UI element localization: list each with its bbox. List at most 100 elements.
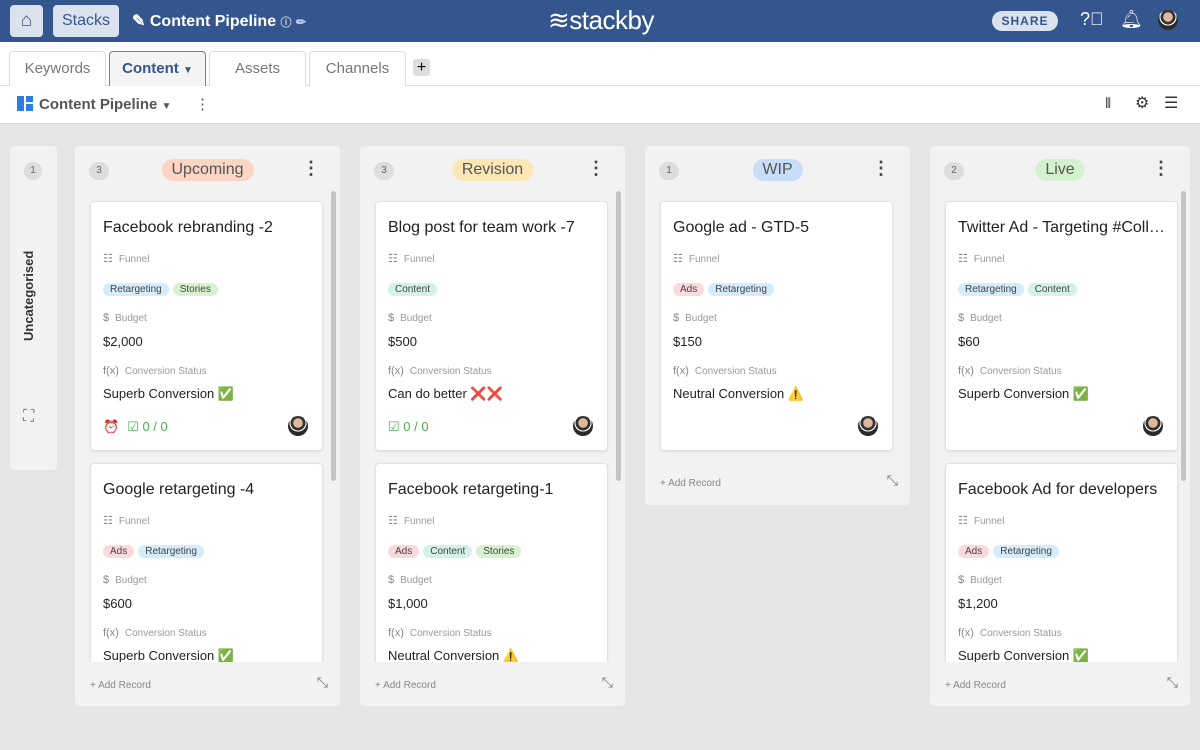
assignee-avatar[interactable] xyxy=(573,416,593,436)
field-label-text: Funnel xyxy=(974,516,1005,527)
field-label: ☷Funnel xyxy=(103,514,149,527)
field-label-text: Conversion Status xyxy=(695,366,777,377)
field-label: f(x)Conversion Status xyxy=(388,627,492,639)
column-upcoming: 3Upcoming⋮Facebook rebranding -2☷FunnelR… xyxy=(75,146,340,706)
card-list: Twitter Ad - Targeting #Collaboration☷Fu… xyxy=(930,146,1190,662)
top-header: ⌂ Stacks ✎ Content Pipeline ⓘ ✏ ≋stackby… xyxy=(0,0,1200,42)
record-card[interactable]: Facebook rebranding -2 ☷Funnel Retargeting… xyxy=(90,201,323,451)
field-label: $Budget xyxy=(103,574,147,586)
expand-icon[interactable]: ⛶ xyxy=(23,408,34,426)
field-label-text: Funnel xyxy=(404,254,435,265)
field-label: $Budget xyxy=(958,574,1002,586)
tab-assets[interactable]: Assets xyxy=(209,51,306,86)
stacks-button[interactable]: Stacks xyxy=(53,5,119,37)
assignee-avatar[interactable] xyxy=(288,416,308,436)
tag: Retargeting xyxy=(138,545,204,558)
assignee-avatar[interactable] xyxy=(1143,416,1163,436)
card-list: Google ad - GTD-5☷FunnelAdsRetargeting$B… xyxy=(645,146,910,456)
card-title: Facebook rebranding -2 xyxy=(103,219,315,237)
help-icon[interactable]: ?⃝ xyxy=(1080,9,1104,30)
budget-value: $150 xyxy=(673,334,702,349)
tab-keywords[interactable]: Keywords xyxy=(9,51,106,86)
logo-mark-icon: ≋ xyxy=(548,5,569,35)
user-avatar[interactable] xyxy=(1158,10,1178,35)
field-label: ☷Funnel xyxy=(103,252,149,265)
dollar-icon: $ xyxy=(958,312,964,324)
stackby-logo[interactable]: ≋stackby xyxy=(548,5,654,36)
field-label: $ Budget xyxy=(958,312,1002,324)
field-label-text: Budget xyxy=(970,313,1002,324)
tab-content-label: Content xyxy=(122,60,179,77)
formula-icon: f(x) xyxy=(388,627,404,639)
tag: Content xyxy=(388,283,437,296)
tag: Ads xyxy=(673,283,704,296)
record-card[interactable]: Blog post for team work -7☷FunnelContent… xyxy=(375,201,608,451)
tag: Content xyxy=(1028,283,1077,296)
share-button[interactable]: SHARE xyxy=(992,11,1058,31)
tag: Retargeting xyxy=(993,545,1059,558)
home-button[interactable]: ⌂ xyxy=(10,5,43,37)
field-label: $ Budget xyxy=(388,574,432,586)
record-card[interactable]: Google retargeting -4 ☷Funnel Ads Retargeti… xyxy=(90,463,323,662)
formula-icon: f(x) xyxy=(673,365,689,377)
field-label-text: Budget xyxy=(400,313,432,324)
add-record-button[interactable]: + Add Record xyxy=(90,680,151,691)
tag: Stories xyxy=(173,283,218,296)
conversion-status-value: Neutral Conversion ⚠️ xyxy=(673,386,804,402)
view-selector[interactable]: Content Pipeline ▼ xyxy=(17,96,171,113)
record-card[interactable]: Facebook retargeting-1☷FunnelAdsContentS… xyxy=(375,463,608,662)
collapse-icon[interactable]: ⤡ xyxy=(602,674,613,691)
card-footer: ☑ 0 / 0 xyxy=(388,419,429,435)
settings-gear-icon[interactable]: ⚙ xyxy=(1135,93,1149,113)
formula-icon: f(x) xyxy=(958,365,974,377)
tag: Stories xyxy=(476,545,521,558)
tab-content[interactable]: Content ▼ xyxy=(109,51,206,86)
field-label-text: Funnel xyxy=(119,254,150,265)
column-count: 1 xyxy=(24,162,42,180)
dollar-icon: $ xyxy=(673,312,679,324)
card-title: Facebook retargeting-1 xyxy=(388,481,600,499)
record-card[interactable]: Facebook Ad for developers☷FunnelAdsReta… xyxy=(945,463,1178,662)
tag: Ads xyxy=(388,545,419,558)
budget-value: $60 xyxy=(958,334,980,349)
view-name: Content Pipeline xyxy=(39,96,157,113)
add-table-button[interactable]: + xyxy=(413,59,430,76)
field-label-text: Budget xyxy=(400,575,432,586)
add-record-button[interactable]: + Add Record xyxy=(945,680,1006,691)
collapse-icon[interactable]: ⤡ xyxy=(1167,674,1178,691)
collapse-icon[interactable]: ⤡ xyxy=(887,472,898,489)
tag-list: AdsRetargeting xyxy=(958,541,1063,559)
add-record-button[interactable]: + Add Record xyxy=(660,478,721,489)
tag: Ads xyxy=(103,545,134,558)
field-label: ☷ Funnel xyxy=(388,514,434,527)
card-title: Facebook Ad for developers xyxy=(958,481,1170,499)
info-icon[interactable]: ⓘ xyxy=(281,17,292,29)
tab-channels[interactable]: Channels xyxy=(309,51,406,86)
record-card[interactable]: Twitter Ad - Targeting #Collaboration☷Fu… xyxy=(945,201,1178,451)
filter-sliders-icon[interactable]: ☰ xyxy=(1164,93,1178,113)
dollar-icon: $ xyxy=(388,312,394,324)
columns-icon[interactable]: ⦀ xyxy=(1105,95,1111,112)
collapse-icon[interactable]: ⤡ xyxy=(317,674,328,691)
dollar-icon: $ xyxy=(958,574,964,586)
checklist-icon: ☑ xyxy=(127,419,142,434)
checklist-count: 0 / 0 xyxy=(142,419,167,434)
tag: Retargeting xyxy=(103,283,169,296)
conversion-status-value: Superb Conversion ✅ xyxy=(958,648,1089,662)
assignee-avatar[interactable] xyxy=(858,416,878,436)
field-label: ☷Funnel xyxy=(673,252,719,265)
field-label: $ Budget xyxy=(388,312,432,324)
field-label-text: Funnel xyxy=(974,254,1005,265)
field-label-text: Conversion Status xyxy=(980,366,1062,377)
dollar-icon: $ xyxy=(388,574,394,586)
budget-value: $500 xyxy=(388,334,417,349)
add-record-button[interactable]: + Add Record xyxy=(375,680,436,691)
card-title: Google retargeting -4 xyxy=(103,481,315,499)
pencil-icon[interactable]: ✏ xyxy=(296,15,306,29)
record-card[interactable]: Google ad - GTD-5☷FunnelAdsRetargeting$B… xyxy=(660,201,893,451)
view-menu-icon[interactable]: ⋮ xyxy=(195,95,210,113)
field-label-text: Funnel xyxy=(404,516,435,527)
list-icon: ☷ xyxy=(388,515,398,527)
bell-icon[interactable]: 🔔︎ xyxy=(1120,9,1143,30)
column-live: 2Live⋮Twitter Ad - Targeting #Collaborat… xyxy=(930,146,1190,706)
